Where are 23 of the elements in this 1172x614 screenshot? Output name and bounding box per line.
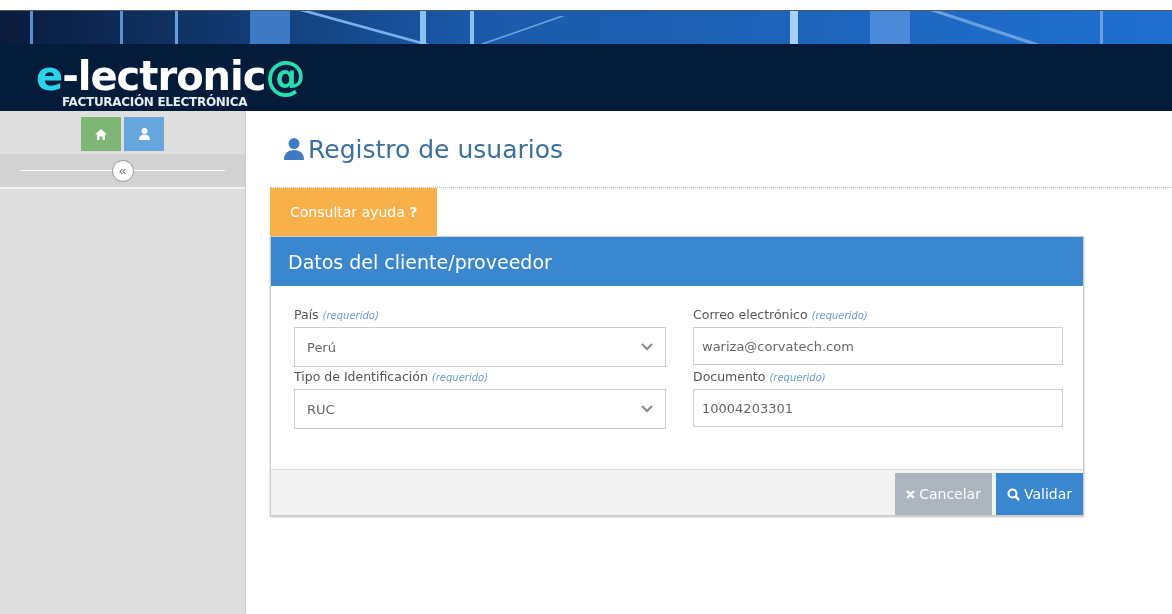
validate-button[interactable]: Validar <box>995 473 1083 515</box>
user-icon <box>284 138 304 160</box>
logo: e-lectronic@ <box>36 57 305 95</box>
home-icon <box>95 128 107 140</box>
chevron-down-icon <box>641 405 653 413</box>
field-label: Correo electrónico (requerido) <box>693 307 869 322</box>
user-icon <box>138 128 150 140</box>
panel-title: Datos del cliente/proveedor <box>288 250 552 273</box>
page-title: Registro de usuarios <box>308 134 564 164</box>
chevron-down-icon <box>641 343 653 351</box>
search-icon <box>1006 487 1020 501</box>
input-field[interactable]: wariza@corvatech.com <box>693 327 1063 365</box>
select-field[interactable]: RUC <box>294 389 666 429</box>
field-label: Documento (requerido) <box>693 369 827 384</box>
home-button[interactable] <box>81 117 121 151</box>
collapse-button[interactable]: « <box>111 159 134 182</box>
input-field[interactable]: 10004203301 <box>693 389 1063 427</box>
user-button[interactable] <box>124 117 164 151</box>
field-label: Tipo de Identificación (requerido) <box>294 369 490 384</box>
tagline: FACTURACIÓN ELECTRÓNICA <box>62 95 248 109</box>
field-label: País (requerido) <box>294 307 380 322</box>
close-icon <box>906 489 916 499</box>
select-field[interactable]: Perú <box>294 327 666 367</box>
